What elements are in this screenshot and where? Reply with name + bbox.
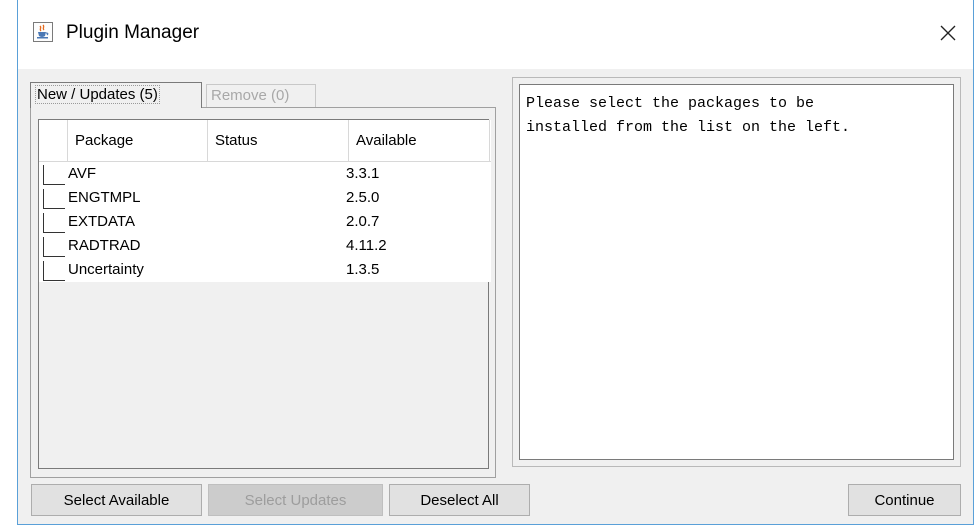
table-row[interactable]: AVF 3.3.1	[39, 162, 491, 186]
tab-label: New / Updates (5)	[35, 85, 160, 104]
tab-panel: Package Status Available AVF 3.3.1 ENGTM…	[30, 107, 496, 478]
row-checkbox[interactable]	[43, 261, 65, 281]
continue-button[interactable]: Continue	[848, 484, 961, 516]
client-area: New / Updates (5) Remove (0) Package Sta…	[18, 69, 973, 524]
table-row[interactable]: ENGTMPL 2.5.0	[39, 186, 491, 210]
select-available-button[interactable]: Select Available	[31, 484, 202, 516]
package-available: 3.3.1	[346, 165, 380, 182]
package-name: EXTDATA	[68, 213, 135, 230]
package-name: AVF	[68, 165, 97, 182]
header-package[interactable]: Package	[68, 120, 208, 161]
header-available[interactable]: Available	[349, 120, 490, 161]
row-checkbox[interactable]	[43, 165, 65, 185]
header-checkbox-column	[39, 120, 68, 161]
table-row[interactable]: Uncertainty 1.3.5	[39, 258, 491, 282]
package-available: 4.11.2	[346, 237, 387, 254]
package-name: ENGTMPL	[68, 189, 141, 206]
window-title: Plugin Manager	[66, 22, 200, 43]
select-updates-button[interactable]: Select Updates	[208, 484, 383, 516]
header-status[interactable]: Status	[208, 120, 349, 161]
packages-table: Package Status Available AVF 3.3.1 ENGTM…	[38, 119, 491, 469]
package-name: Uncertainty	[68, 261, 144, 278]
plugin-manager-window: Plugin Manager New / Updates (5) Remove …	[17, 0, 974, 525]
package-available: 2.5.0	[346, 189, 380, 206]
table-row[interactable]: EXTDATA 2.0.7	[39, 210, 491, 234]
info-text-area[interactable]: Please select the packages to be install…	[519, 84, 954, 460]
package-available: 2.0.7	[346, 213, 380, 230]
table-row[interactable]: RADTRAD 4.11.2	[39, 234, 491, 258]
info-panel: Please select the packages to be install…	[512, 77, 961, 467]
package-name: RADTRAD	[68, 237, 141, 254]
table-body: AVF 3.3.1 ENGTMPL 2.5.0 EXTDATA 2.0.7 RA…	[39, 162, 491, 282]
package-available: 1.3.5	[346, 261, 380, 278]
row-checkbox[interactable]	[43, 237, 65, 257]
table-header: Package Status Available	[39, 120, 491, 162]
title-bar: Plugin Manager	[18, 0, 973, 69]
close-button[interactable]	[931, 16, 965, 50]
row-checkbox[interactable]	[43, 189, 65, 209]
close-icon	[940, 25, 956, 41]
tab-remove[interactable]: Remove (0)	[206, 84, 316, 108]
row-checkbox[interactable]	[43, 213, 65, 233]
tab-new-updates[interactable]: New / Updates (5)	[30, 82, 202, 108]
deselect-all-button[interactable]: Deselect All	[389, 484, 530, 516]
java-cup-icon	[33, 22, 53, 42]
